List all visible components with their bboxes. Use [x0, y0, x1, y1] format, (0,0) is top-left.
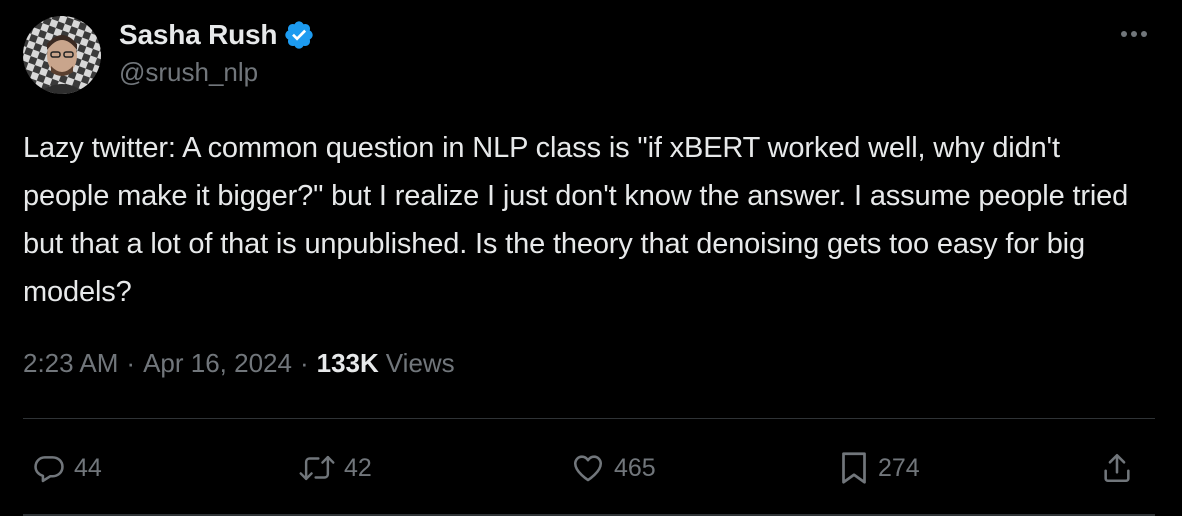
verified-badge-icon[interactable] [283, 19, 315, 51]
repost-count: 42 [344, 453, 372, 482]
reply-button[interactable]: 44 [32, 444, 102, 492]
author-handle[interactable]: @srush_nlp [119, 57, 258, 88]
divider [23, 418, 1155, 419]
views-label: Views [385, 348, 455, 378]
author-name-row: Sasha Rush [119, 17, 315, 53]
views-count[interactable]: 133K [317, 348, 379, 379]
action-bar: 44 42 465 274 [0, 444, 1182, 492]
tweet-date[interactable]: Apr 16, 2024 [143, 348, 292, 379]
tweet-card: Sasha Rush @srush_nlp Lazy twitter: A co… [0, 0, 1182, 516]
repost-button[interactable]: 42 [298, 444, 372, 492]
meta-separator: · [126, 348, 136, 378]
reply-count: 44 [74, 453, 102, 482]
repost-icon [298, 451, 336, 485]
avatar[interactable] [23, 16, 101, 94]
reply-icon [32, 451, 66, 485]
meta-separator: · [299, 348, 309, 378]
like-count: 465 [614, 453, 656, 482]
author-display-name[interactable]: Sasha Rush [119, 19, 277, 51]
tweet-metadata: 2:23 AM · Apr 16, 2024 · 133K Views [23, 348, 455, 379]
tweet-text: Lazy twitter: A common question in NLP c… [23, 132, 1129, 308]
bookmark-button[interactable]: 274 [838, 444, 920, 492]
bookmark-count: 274 [878, 453, 920, 482]
avatar-image [23, 16, 101, 94]
like-button[interactable]: 465 [570, 444, 656, 492]
more-horizontal-icon[interactable] [1116, 22, 1152, 46]
share-button[interactable] [1100, 444, 1134, 492]
share-icon [1100, 451, 1134, 485]
bookmark-icon [838, 450, 870, 486]
tweet-time[interactable]: 2:23 AM [23, 348, 118, 379]
heart-icon [570, 451, 606, 485]
